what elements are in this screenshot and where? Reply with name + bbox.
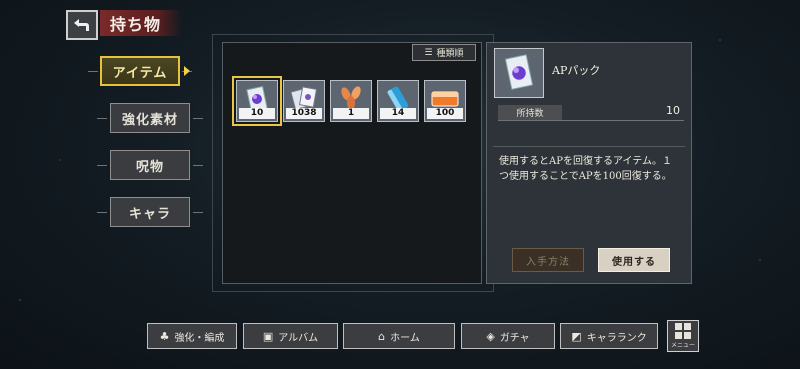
item-slot-ticket[interactable]: 100 xyxy=(424,80,466,122)
owned-label: 所持数 xyxy=(498,105,562,120)
home-icon: ⌂ xyxy=(378,329,386,343)
nav-chara-rank[interactable]: ◩ キャラランク xyxy=(560,323,658,349)
item-slot-cards[interactable]: 1038 xyxy=(283,80,325,122)
nav-chara-rank-label: キャラランク xyxy=(586,332,647,344)
item-count: 14 xyxy=(380,108,416,119)
item-count: 100 xyxy=(427,108,463,119)
nav-home[interactable]: ⌂ ホーム xyxy=(343,323,455,349)
page-title: 持ち物 xyxy=(110,15,162,34)
tab-curse[interactable]: 呪物 xyxy=(97,150,203,180)
obtain-method-button[interactable]: 入手方法 xyxy=(512,248,584,272)
sort-icon: ☰ xyxy=(424,47,433,58)
gacha-icon: ◈ xyxy=(486,329,495,343)
tab-item-label: アイテム xyxy=(112,65,168,81)
use-button[interactable]: 使用する xyxy=(598,248,670,272)
back-arrow-icon xyxy=(74,19,89,31)
owned-value: 10 xyxy=(666,104,680,117)
inventory-panel xyxy=(222,42,482,284)
menu-label: メニュー xyxy=(670,342,695,349)
tab-material-label: 強化素材 xyxy=(121,112,178,128)
menu-grid-icon xyxy=(675,323,691,339)
ap-pack-icon xyxy=(504,54,534,90)
use-label: 使用する xyxy=(612,256,656,268)
sort-label: 種類順 xyxy=(436,49,464,59)
tab-material[interactable]: 強化素材 xyxy=(97,103,203,133)
item-count: 10 xyxy=(239,108,275,119)
item-count: 1 xyxy=(333,108,369,119)
item-slot-leaves[interactable]: 1 xyxy=(330,80,372,122)
nav-album[interactable]: ▣ アルバム xyxy=(243,323,338,349)
nav-gacha[interactable]: ◈ ガチャ xyxy=(461,323,555,349)
divider xyxy=(493,146,685,147)
divider xyxy=(498,120,684,121)
tab-chara-label: キャラ xyxy=(128,206,171,222)
rank-icon: ◩ xyxy=(571,329,582,343)
menu-button[interactable]: メニュー xyxy=(667,320,699,352)
nav-album-label: アルバム xyxy=(278,332,319,344)
detail-item-image xyxy=(494,48,544,98)
tab-item[interactable]: アイテム xyxy=(88,56,192,86)
item-description: 使用するとAPを回復するアイテム。１つ使用することでAPを100回復する。 xyxy=(499,156,672,182)
item-count: 1038 xyxy=(286,108,322,119)
detail-item-name: APパック xyxy=(552,64,601,77)
sort-button[interactable]: ☰ 種類順 xyxy=(412,44,476,61)
active-tab-arrow-icon xyxy=(184,66,190,76)
tab-curse-label: 呪物 xyxy=(135,159,164,175)
item-slot-ap-pack[interactable]: 10 xyxy=(232,76,282,126)
nav-home-label: ホーム xyxy=(390,332,420,344)
item-slot-can[interactable]: 14 xyxy=(377,80,419,122)
back-button[interactable] xyxy=(66,10,98,40)
nav-enhance-label: 強化・編成 xyxy=(174,332,225,344)
nav-gacha-label: ガチャ xyxy=(499,332,530,344)
nav-enhance[interactable]: ♣ 強化・編成 xyxy=(147,323,237,349)
tab-chara[interactable]: キャラ xyxy=(97,197,203,227)
page-title-banner: 持ち物 xyxy=(100,10,182,36)
obtain-method-label: 入手方法 xyxy=(526,256,570,268)
album-icon: ▣ xyxy=(262,329,274,343)
team-icon: ♣ xyxy=(159,329,170,343)
